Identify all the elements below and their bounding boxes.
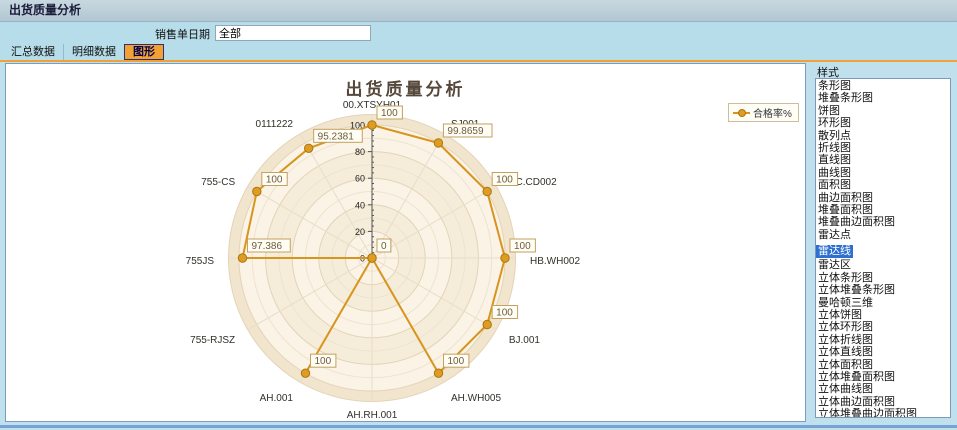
value-label: 100 (315, 356, 332, 367)
category-label: AH.001 (260, 393, 294, 404)
style-option[interactable]: 立体堆叠面积图 (816, 371, 950, 383)
axis-tick-label: 40 (355, 200, 365, 210)
sale-date-label: 销售单日期 (0, 26, 210, 42)
style-option[interactable]: 雷达区 (816, 259, 950, 271)
style-option[interactable]: 立体条形图 (816, 272, 950, 284)
value-label: 100 (496, 175, 513, 186)
data-point (434, 369, 442, 377)
value-label: 0 (381, 241, 387, 252)
data-point (253, 187, 261, 195)
style-option[interactable]: 堆叠条形图 (816, 92, 950, 104)
style-listbox[interactable]: 条形图堆叠条形图饼图环形图散列点折线图直线图曲线图面积图曲边面积图堆叠面积图堆叠… (815, 78, 951, 418)
category-label: AH.RH.001 (347, 410, 398, 421)
data-point (304, 144, 312, 152)
category-label: 0111222 (256, 119, 294, 130)
tab-summary-data[interactable]: 汇总数据 (3, 44, 63, 60)
data-point (483, 320, 491, 328)
tab-detail-data[interactable]: 明细数据 (63, 44, 124, 60)
style-option[interactable]: 折线图 (816, 142, 950, 154)
chart-title: 出货质量分析 (6, 75, 805, 100)
style-option[interactable]: 条形图 (816, 80, 950, 92)
style-option[interactable]: 饼图 (816, 105, 950, 117)
value-label: 100 (514, 241, 531, 252)
data-point (238, 254, 246, 262)
value-label: 100 (448, 356, 465, 367)
sale-date-input[interactable] (215, 25, 371, 41)
value-label: 100 (381, 108, 398, 119)
style-option[interactable]: 雷达线 (816, 245, 853, 257)
data-point (301, 369, 309, 377)
data-point (368, 254, 376, 262)
title-bar: 出货质量分析 (0, 0, 957, 22)
style-option[interactable]: 堆叠面积图 (816, 204, 950, 216)
data-point (483, 187, 491, 195)
style-option[interactable]: 散列点 (816, 130, 950, 142)
data-point (434, 139, 442, 147)
style-option[interactable]: 立体折线图 (816, 334, 950, 346)
style-option[interactable]: 环形图 (816, 117, 950, 129)
page-title: 出货质量分析 (9, 3, 81, 17)
style-option[interactable]: 堆叠曲边面积图 (816, 216, 950, 228)
style-option[interactable]: 直线图 (816, 154, 950, 166)
style-option[interactable]: 立体直线图 (816, 346, 950, 358)
style-option[interactable]: 雷达点 (816, 229, 950, 241)
style-option[interactable]: 曼哈顿三维 (816, 297, 950, 309)
style-option[interactable]: 立体面积图 (816, 359, 950, 371)
filter-bar: 销售单日期 (0, 22, 957, 44)
value-label: 100 (266, 175, 283, 186)
style-option[interactable]: 曲边面积图 (816, 192, 950, 204)
axis-tick-label: 60 (355, 174, 365, 184)
bottom-accent-bar (0, 425, 957, 428)
category-label: HB.WH002 (530, 256, 580, 267)
category-label: BJ.001 (509, 335, 541, 346)
style-option[interactable]: 立体堆叠条形图 (816, 284, 950, 296)
style-option[interactable]: 曲线图 (816, 167, 950, 179)
style-option[interactable]: 面积图 (816, 179, 950, 191)
category-label: 755JS (186, 256, 215, 267)
series-line-marker-icon (733, 112, 750, 114)
value-label: 100 (496, 308, 513, 319)
axis-tick-label: 80 (355, 147, 365, 157)
style-option[interactable]: 立体环形图 (816, 321, 950, 333)
style-panel: 样式 条形图堆叠条形图饼图环形图散列点折线图直线图曲线图面积图曲边面积图堆叠面积… (812, 63, 953, 422)
legend-label: 合格率% (753, 105, 792, 120)
tab-bar: 汇总数据 明细数据 图形 (0, 44, 957, 60)
value-label: 99.8659 (447, 126, 484, 137)
tab-graph[interactable]: 图形 (124, 44, 164, 60)
data-point (368, 121, 376, 129)
category-label: AH.WH005 (451, 393, 501, 404)
legend: 合格率% (728, 103, 799, 122)
active-tab-accent-bar (0, 60, 957, 62)
style-option[interactable]: 立体饼图 (816, 309, 950, 321)
value-label: 95.2381 (318, 131, 355, 142)
radar-chart: 02040608010000.XTSYH01SJ001SC.CD002HB.WH… (6, 64, 805, 421)
chart-panel: 02040608010000.XTSYH01SJ001SC.CD002HB.WH… (5, 63, 806, 422)
value-label: 97.386 (251, 241, 282, 252)
category-label: 755-RJSZ (190, 335, 235, 346)
axis-tick-label: 20 (355, 227, 365, 237)
style-option[interactable]: 立体曲线图 (816, 383, 950, 395)
style-option[interactable]: 立体堆叠曲边面积图 (816, 408, 950, 418)
style-option[interactable]: 立体曲边面积图 (816, 396, 950, 408)
data-point (501, 254, 509, 262)
category-label: 755-CS (201, 177, 235, 188)
